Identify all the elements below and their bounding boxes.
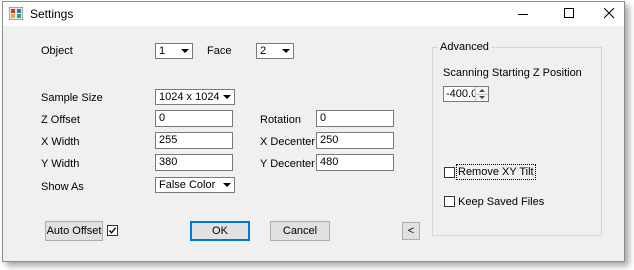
maximize-button[interactable]	[551, 2, 589, 26]
minimize-icon	[518, 14, 528, 15]
x-decenter-input[interactable]: 250	[316, 132, 394, 149]
object-label: Object	[41, 45, 73, 57]
x-width-value: 255	[159, 134, 178, 146]
remove-xy-tilt-checkbox[interactable]	[444, 167, 455, 178]
y-width-input[interactable]: 380	[155, 154, 233, 171]
chevron-down-icon	[219, 90, 234, 104]
y-decenter-value: 480	[320, 156, 339, 168]
z-offset-input[interactable]: 0	[155, 110, 233, 127]
x-width-label: X Width	[41, 136, 80, 148]
advanced-group-title: Advanced	[438, 41, 491, 53]
show-as-select-value: False Color	[159, 179, 216, 191]
keep-saved-files-label[interactable]: Keep Saved Files	[458, 196, 544, 208]
show-as-select[interactable]: False Color	[155, 177, 235, 193]
z-offset-label: Z Offset	[41, 114, 80, 126]
chevron-down-icon	[177, 44, 192, 58]
object-select[interactable]: 1	[155, 43, 193, 59]
chevron-down-icon	[219, 178, 234, 192]
y-width-label: Y Width	[41, 158, 80, 170]
z-offset-value: 0	[159, 112, 166, 124]
y-width-value: 380	[159, 156, 178, 168]
minimize-button[interactable]	[505, 2, 543, 26]
close-button[interactable]	[591, 2, 629, 26]
x-decenter-value: 250	[320, 134, 339, 146]
auto-offset-button[interactable]: Auto Offset	[45, 221, 103, 241]
remove-xy-tilt-label[interactable]: Remove XY Tilt	[456, 164, 536, 180]
face-select-value: 2	[260, 45, 267, 57]
x-decenter-label: X Decenter	[260, 136, 316, 148]
collapse-advanced-button[interactable]: <	[402, 222, 420, 240]
settings-app-icon	[8, 6, 24, 21]
auto-offset-checkbox[interactable]	[107, 225, 118, 236]
spinner-buttons	[475, 87, 488, 101]
title-bar[interactable]: Settings	[3, 2, 624, 26]
y-decenter-input[interactable]: 480	[316, 154, 394, 171]
scan-start-z-value: -400.0	[446, 88, 478, 100]
chevron-down-icon	[278, 44, 293, 58]
object-select-value: 1	[159, 45, 166, 57]
cancel-button[interactable]: Cancel	[270, 221, 330, 241]
scan-start-z-spinner[interactable]: -400.0	[443, 86, 489, 102]
show-as-label: Show As	[41, 181, 84, 193]
sample-size-select[interactable]: 1024 x 1024	[155, 89, 235, 105]
sample-size-select-value: 1024 x 1024	[159, 91, 220, 103]
maximize-icon	[564, 8, 574, 18]
x-width-input[interactable]: 255	[155, 132, 233, 149]
y-decenter-label: Y Decenter	[260, 158, 315, 170]
sample-size-label: Sample Size	[41, 92, 103, 104]
checkmark-icon	[108, 227, 117, 234]
window-title: Settings	[30, 7, 74, 21]
chevron-up-icon	[479, 89, 485, 92]
face-label: Face	[207, 45, 232, 57]
rotation-label: Rotation	[260, 114, 301, 126]
close-icon	[604, 8, 615, 19]
spinner-down-button[interactable]	[476, 94, 488, 101]
ok-button[interactable]: OK	[190, 221, 250, 241]
rotation-value: 0	[320, 112, 327, 124]
rotation-input[interactable]: 0	[316, 110, 394, 127]
face-select[interactable]: 2	[256, 43, 294, 59]
keep-saved-files-checkbox[interactable]	[444, 196, 455, 207]
chevron-down-icon	[479, 96, 485, 99]
scan-start-z-label: Scanning Starting Z Position	[443, 67, 582, 79]
